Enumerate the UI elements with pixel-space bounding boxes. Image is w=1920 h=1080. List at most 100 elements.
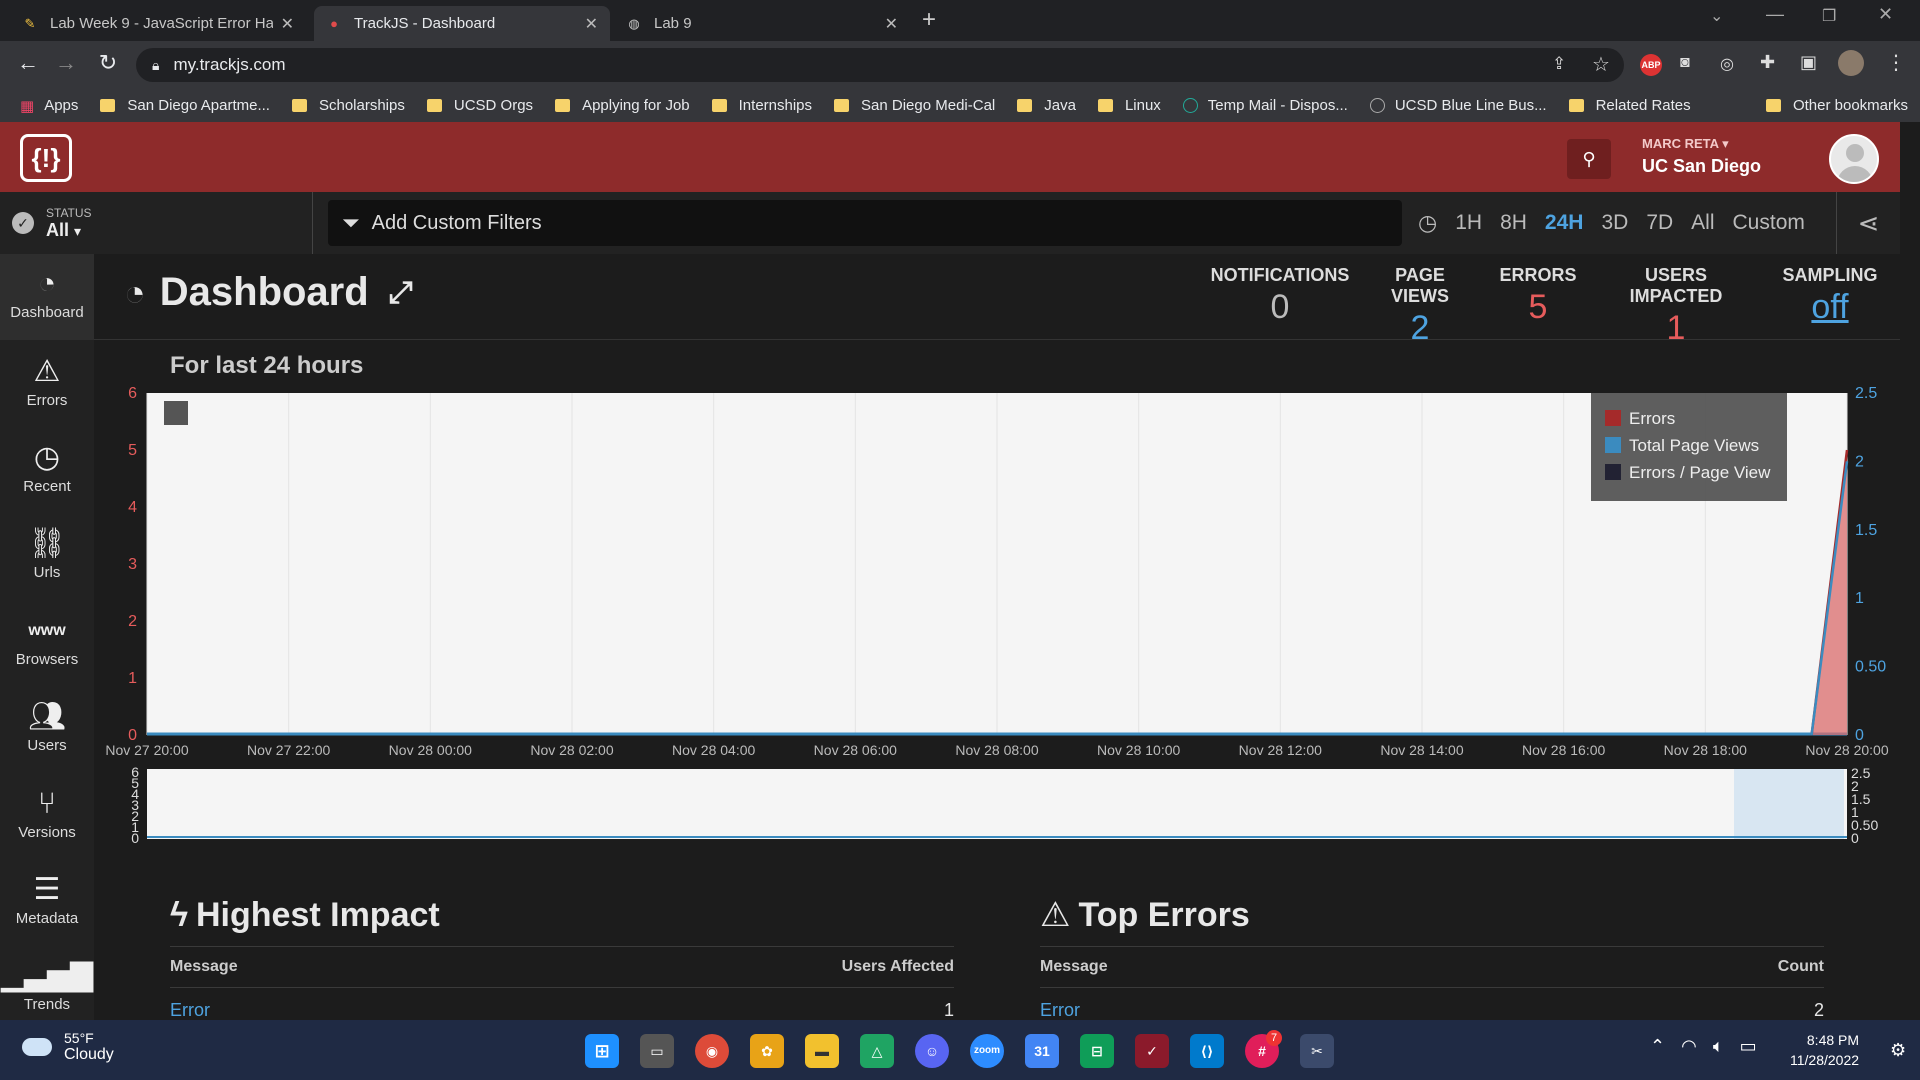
reload-icon[interactable]: ↻ — [92, 50, 124, 76]
legend-swatch — [1605, 410, 1621, 426]
file-explorer-icon[interactable]: ▬ — [805, 1034, 839, 1068]
bookmark-item[interactable]: Related Rates — [1568, 97, 1691, 114]
bookmark-item[interactable]: Temp Mail - Dispos... — [1182, 97, 1348, 114]
weather-widget[interactable]: 55°F Cloudy — [22, 1030, 114, 1064]
sidebar-item-errors[interactable]: ⚠ Errors — [0, 342, 94, 428]
zoom-icon[interactable]: zoom — [970, 1034, 1004, 1068]
errors-chart[interactable]: 012345600.5011.522.5 Nov 27 20:00 Nov 27 … — [100, 385, 1900, 845]
range-8h[interactable]: 8H — [1500, 211, 1527, 235]
bookmark-item[interactable]: San Diego Medi-Cal — [834, 97, 995, 114]
back-icon[interactable]: ← — [12, 50, 44, 76]
sidebar-item-versions[interactable]: ⑂ Versions — [0, 774, 94, 860]
share-page-icon[interactable]: ⇪ — [1552, 54, 1566, 74]
wifi-icon[interactable]: ◠ — [1681, 1036, 1697, 1057]
clock[interactable]: 8:48 PM 11/28/2022 — [1790, 1030, 1859, 1070]
task-view-icon[interactable]: ▭ — [640, 1034, 674, 1068]
minimize-icon[interactable]: — — [1766, 4, 1784, 25]
extensions-icon[interactable]: ✚ — [1760, 52, 1775, 73]
tab-search-icon[interactable]: ⌄ — [1710, 6, 1723, 26]
extension-glasses-icon[interactable]: ◎ — [1720, 54, 1734, 74]
bookmark-item[interactable]: Linux — [1097, 97, 1161, 114]
range-all[interactable]: All — [1691, 211, 1714, 235]
app-icon[interactable]: ✓ — [1135, 1034, 1169, 1068]
legend-errors[interactable]: Errors — [1629, 409, 1675, 428]
range-custom[interactable]: Custom — [1733, 211, 1805, 235]
stat-users-impacted[interactable]: USERS IMPACTED 1 — [1602, 265, 1750, 348]
bookmark-item[interactable]: UCSD Orgs — [426, 97, 533, 114]
x-tick-label: Nov 28 18:00 — [1664, 742, 1747, 758]
volume-icon[interactable]: 🔈︎ — [1713, 1036, 1724, 1057]
sidebar-item-urls[interactable]: ⛓ Urls — [0, 514, 94, 600]
stat-notifications[interactable]: NOTIFICATIONS 0 — [1205, 265, 1355, 327]
chevron-up-icon[interactable]: ⌃ — [1650, 1036, 1665, 1057]
notifications-icon[interactable]: ⚙ — [1890, 1040, 1906, 1061]
error-link[interactable]: Error — [1040, 1000, 1080, 1021]
tab-lab-9[interactable]: ◍ Lab 9 ✕ — [614, 6, 910, 41]
camera-icon[interactable]: ◙ — [1680, 54, 1690, 72]
range-3d[interactable]: 3D — [1601, 211, 1628, 235]
side-panel-icon[interactable]: ▣ — [1800, 52, 1817, 73]
address-bar[interactable]: 🔒︎ my.trackjs.com — [136, 48, 1624, 82]
bookmark-item[interactable]: UCSD Blue Line Bus... — [1369, 97, 1547, 114]
sidebar-item-browsers[interactable]: www Browsers — [0, 601, 94, 687]
stat-sampling[interactable]: SAMPLING off — [1780, 265, 1880, 327]
bookmark-item[interactable]: Scholarships — [291, 97, 405, 114]
battery-icon[interactable]: ▭ — [1740, 1036, 1757, 1057]
stat-page-views[interactable]: PAGE VIEWS 2 — [1365, 265, 1475, 348]
menu-dots-icon[interactable]: ⋮ — [1886, 50, 1906, 75]
discord-icon[interactable]: ☺ — [915, 1034, 949, 1068]
bookmark-item[interactable]: Java — [1017, 97, 1076, 114]
adblock-icon[interactable]: ABP — [1640, 54, 1662, 76]
expand-icon[interactable]: ⤢ — [389, 276, 413, 310]
close-tab-icon[interactable]: ✕ — [281, 14, 294, 34]
close-tab-icon[interactable]: ✕ — [585, 14, 598, 34]
bookmark-star-icon[interactable]: ☆ — [1592, 52, 1610, 77]
calendar-icon[interactable]: 31 — [1025, 1034, 1059, 1068]
vscode-icon[interactable]: ⟨⟩ — [1190, 1034, 1224, 1068]
y-left-tick-label: 2 — [128, 613, 137, 630]
tab-trackjs-dashboard[interactable]: ● TrackJS - Dashboard ✕ — [314, 6, 610, 41]
spreadsheet-icon[interactable]: ⊟ — [1080, 1034, 1114, 1068]
google-drive-icon[interactable]: △ — [860, 1034, 894, 1068]
custom-filter-input[interactable]: ⏷ Add Custom Filters — [328, 200, 1402, 246]
divider — [94, 339, 1900, 340]
navigator-selection[interactable] — [1734, 769, 1844, 839]
tab-lab-week-9[interactable]: ✎ Lab Week 9 - JavaScript Error Ha ✕ — [10, 6, 306, 41]
legend-errors-per-view[interactable]: Errors / Page View — [1629, 463, 1771, 482]
new-tab-icon[interactable]: + — [922, 6, 936, 34]
legend-page-views[interactable]: Total Page Views — [1629, 436, 1759, 455]
bookmark-apps[interactable]: ▦ Apps — [20, 97, 78, 115]
close-window-icon[interactable]: ✕ — [1878, 4, 1893, 25]
navigator-area[interactable] — [147, 769, 1847, 839]
forward-icon[interactable]: → — [50, 50, 82, 76]
legend-swatch — [1605, 464, 1621, 480]
sidebar-item-users[interactable]: 👥︎ Users — [0, 687, 94, 773]
range-7d[interactable]: 7D — [1646, 211, 1673, 235]
bookmark-item[interactable]: San Diego Apartme... — [100, 97, 270, 114]
search-button[interactable]: ⚲ — [1567, 139, 1611, 179]
bookmark-other[interactable]: Other bookmarks — [1765, 97, 1908, 114]
windows-start-icon[interactable]: ⊞ — [585, 1034, 619, 1068]
y-right-tick-label: 0.50 — [1855, 659, 1886, 676]
profile-avatar[interactable] — [1838, 50, 1864, 76]
trackjs-logo[interactable]: {!} — [20, 134, 72, 182]
restore-icon[interactable]: ❐ — [1822, 6, 1836, 26]
sidebar-item-dashboard[interactable]: ◔ Dashboard — [0, 254, 94, 340]
snipping-tool-icon[interactable]: ✂ — [1300, 1034, 1334, 1068]
org-switcher[interactable]: MARC RETA ▾ UC San Diego — [1642, 136, 1761, 177]
status-filter[interactable]: ✓ STATUS All ▾ — [0, 192, 313, 254]
range-1h[interactable]: 1H — [1455, 211, 1482, 235]
chart-menu-icon[interactable] — [164, 401, 188, 425]
close-tab-icon[interactable]: ✕ — [885, 14, 898, 34]
chrome-icon[interactable]: ◉ — [695, 1034, 729, 1068]
bookmark-item[interactable]: Applying for Job — [555, 97, 690, 114]
range-24h[interactable]: 24H — [1545, 211, 1584, 235]
sidebar-item-metadata[interactable]: ☰ Metadata — [0, 860, 94, 946]
sidebar-item-recent[interactable]: ◷ Recent — [0, 428, 94, 514]
stat-errors[interactable]: ERRORS 5 — [1497, 265, 1579, 327]
avatar[interactable] — [1829, 134, 1879, 184]
photos-icon[interactable]: ✿ — [750, 1034, 784, 1068]
share-button[interactable]: ⋖ — [1836, 192, 1900, 254]
error-link[interactable]: Error — [170, 1000, 210, 1021]
bookmark-item[interactable]: Internships — [711, 97, 812, 114]
